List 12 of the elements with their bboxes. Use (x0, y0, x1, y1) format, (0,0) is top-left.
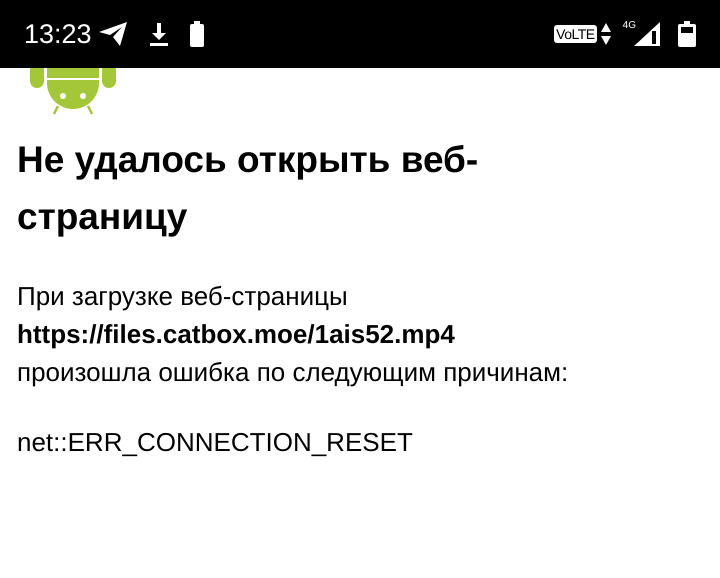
clock: 13:23 (24, 18, 92, 50)
volte-badge: VoLTE (554, 25, 597, 43)
network-type: 4G (622, 20, 636, 31)
signal-icon (634, 22, 660, 46)
error-title: Не удалось открыть веб-страницу (17, 138, 480, 239)
battery-icon (190, 21, 204, 47)
battery-icon (678, 21, 696, 47)
send-icon (98, 21, 128, 47)
data-arrows-icon (600, 23, 611, 45)
download-icon (148, 22, 170, 46)
error-message: При загрузке веб-страницы https://files.catbox.moe/1ais52.mp4 произошла ошибка по следующим причинам: (17, 280, 570, 389)
error-code: net::ERR_CONNECTION_RESET (17, 426, 414, 459)
